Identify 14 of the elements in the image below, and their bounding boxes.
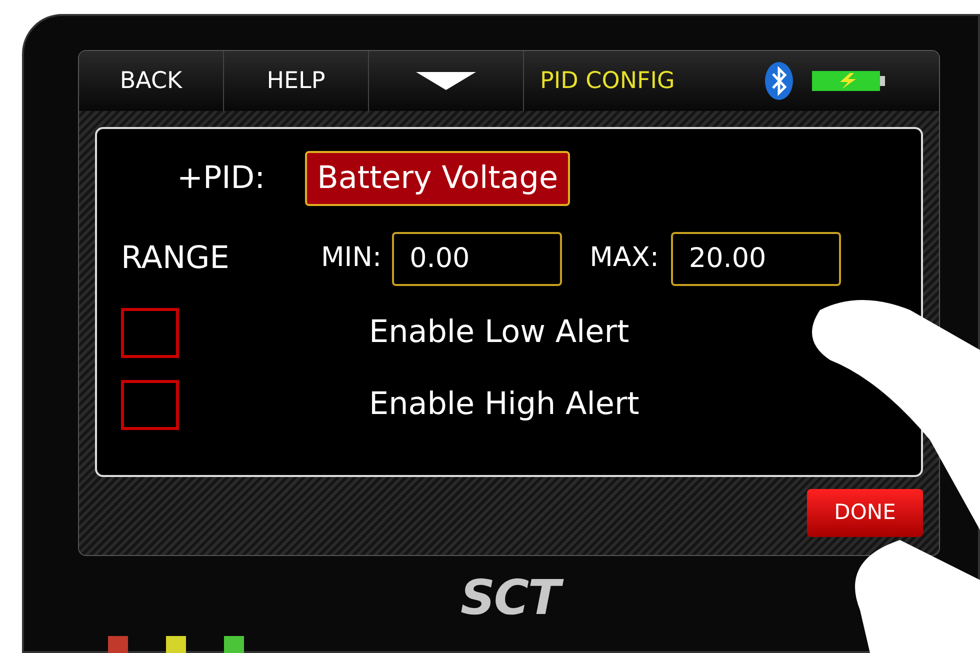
min-label: MIN: [321,241,382,276]
logo: SCT [380,562,640,634]
pid-select[interactable]: Battery Voltage [305,151,570,206]
toolbar-button[interactable]: HELP [224,51,369,111]
range-label: RANGE [121,239,230,278]
pid-label: +PID: [177,159,266,198]
screen-title: PID CONFIG [539,66,676,96]
done-button[interactable]: DONE [807,489,923,537]
max-field[interactable]: 20.00 [670,232,841,286]
max-label: MAX: [590,241,659,276]
alert-label: Enable High Alert [369,385,640,424]
toolbar-button[interactable]: BACK [79,51,224,111]
min-field[interactable]: 0.00 [392,232,562,286]
alert-label: Enable Low Alert [369,313,630,352]
